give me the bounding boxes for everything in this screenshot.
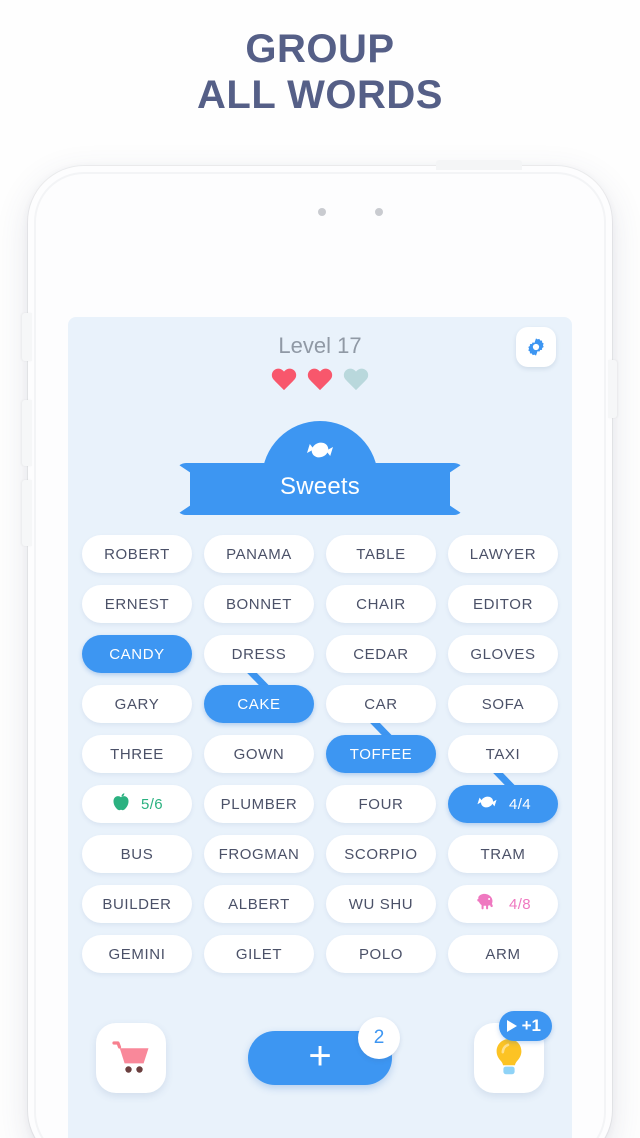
word-tile[interactable]: PLUMBER bbox=[204, 785, 314, 823]
word-row: CANDY DRESS CEDAR GLOVES bbox=[68, 635, 572, 685]
word-tile[interactable]: WU SHU bbox=[326, 885, 436, 923]
progress-count: 5/6 bbox=[140, 795, 164, 813]
shop-button[interactable] bbox=[96, 1023, 166, 1093]
promo-line-2: ALL WORDS bbox=[197, 73, 443, 117]
phone-power-button bbox=[608, 360, 617, 418]
word-tile[interactable]: SCORPIO bbox=[326, 835, 436, 873]
hint-reward-badge[interactable]: +1 bbox=[498, 1011, 552, 1041]
word-tile[interactable]: DRESS bbox=[204, 635, 314, 673]
word-tile[interactable]: BUS bbox=[82, 835, 192, 873]
word-row: GARY CAKE CAR SOFA bbox=[68, 685, 572, 735]
play-icon bbox=[506, 1020, 517, 1032]
phone-camera-dot bbox=[375, 208, 383, 216]
screenshot-root: GROUP ALL WORDS Level 17 Sweets ROBERT P… bbox=[0, 0, 640, 1138]
word-tile[interactable]: CAR bbox=[326, 685, 436, 723]
word-row: THREE GOWN TOFFEE TAXI bbox=[68, 735, 572, 785]
word-tile[interactable]: TRAM bbox=[448, 835, 558, 873]
shopping-cart-icon bbox=[112, 1041, 149, 1073]
word-tile[interactable]: ERNEST bbox=[82, 585, 192, 623]
word-tile[interactable]: TAXI bbox=[448, 735, 558, 773]
word-tile[interactable]: ALBERT bbox=[204, 885, 314, 923]
heart-icon-filled bbox=[271, 369, 297, 393]
level-label: Level 17 bbox=[278, 333, 362, 358]
word-tile[interactable]: CEDAR bbox=[326, 635, 436, 673]
word-tile[interactable]: GEMINI bbox=[82, 935, 192, 973]
word-tile[interactable]: GOWN bbox=[204, 735, 314, 773]
progress-count: 4/4 bbox=[508, 795, 532, 813]
word-tile[interactable]: TABLE bbox=[326, 535, 436, 573]
lives-indicator bbox=[68, 369, 572, 393]
game-panel: Level 17 Sweets ROBERT PANAMA TABLE LAWY… bbox=[68, 317, 572, 1138]
bottom-action-bar: + 2 +1 bbox=[68, 1007, 572, 1117]
word-row: 5/6 PLUMBER FOUR 4/4 bbox=[68, 785, 572, 835]
word-grid: ROBERT PANAMA TABLE LAWYER ERNEST BONNET… bbox=[68, 535, 572, 985]
candy-icon bbox=[475, 791, 499, 817]
word-tile[interactable]: FROGMAN bbox=[204, 835, 314, 873]
candy-icon bbox=[304, 435, 336, 470]
word-tile[interactable]: FOUR bbox=[326, 785, 436, 823]
word-row: GEMINI GILET POLO ARM bbox=[68, 935, 572, 985]
word-tile-selected[interactable]: CAKE bbox=[204, 685, 314, 723]
heart-icon-filled bbox=[307, 369, 333, 393]
plus-icon: + bbox=[308, 1034, 332, 1078]
phone-top-notch bbox=[436, 160, 522, 170]
phone-volume-down-button bbox=[22, 480, 32, 546]
promo-line-1: GROUP bbox=[245, 27, 395, 71]
progress-count: 4/8 bbox=[508, 895, 532, 913]
promo-headline: GROUP ALL WORDS bbox=[0, 26, 640, 118]
word-tile[interactable]: PANAMA bbox=[204, 535, 314, 573]
elephant-icon bbox=[475, 892, 499, 917]
word-tile[interactable]: ARM bbox=[448, 935, 558, 973]
word-tile[interactable]: BUILDER bbox=[82, 885, 192, 923]
apple-icon bbox=[111, 792, 131, 817]
lightbulb-icon bbox=[496, 1039, 522, 1075]
word-tile[interactable]: ROBERT bbox=[82, 535, 192, 573]
word-tile[interactable]: EDITOR bbox=[448, 585, 558, 623]
word-tile-selected[interactable]: CANDY bbox=[82, 635, 192, 673]
word-tile[interactable]: GARY bbox=[82, 685, 192, 723]
word-tile[interactable]: BONNET bbox=[204, 585, 314, 623]
phone-silent-switch bbox=[22, 313, 32, 361]
word-row: BUILDER ALBERT WU SHU 4/8 bbox=[68, 885, 572, 935]
word-row: ERNEST BONNET CHAIR EDITOR bbox=[68, 585, 572, 635]
word-tile[interactable]: LAWYER bbox=[448, 535, 558, 573]
settings-button[interactable] bbox=[516, 327, 556, 367]
category-progress-elephant[interactable]: 4/8 bbox=[448, 885, 558, 923]
category-banner: Sweets bbox=[68, 421, 572, 517]
word-row: BUS FROGMAN SCORPIO TRAM bbox=[68, 835, 572, 885]
word-tile[interactable]: CHAIR bbox=[326, 585, 436, 623]
word-tile[interactable]: SOFA bbox=[448, 685, 558, 723]
category-label: Sweets bbox=[280, 473, 360, 500]
word-tile[interactable]: THREE bbox=[82, 735, 192, 773]
word-tile-selected[interactable]: TOFFEE bbox=[326, 735, 436, 773]
category-progress-candy[interactable]: 4/4 bbox=[448, 785, 558, 823]
hint-reward-label: +1 bbox=[521, 1016, 541, 1035]
word-tile[interactable]: GILET bbox=[204, 935, 314, 973]
word-tile[interactable]: GLOVES bbox=[448, 635, 558, 673]
gear-icon bbox=[528, 338, 544, 356]
add-words-count-badge[interactable]: 2 bbox=[358, 1017, 400, 1059]
phone-sensor-dot bbox=[318, 208, 326, 216]
phone-volume-up-button bbox=[22, 400, 32, 466]
category-progress-apple[interactable]: 5/6 bbox=[82, 785, 192, 823]
word-row: ROBERT PANAMA TABLE LAWYER bbox=[68, 535, 572, 585]
heart-icon-empty bbox=[343, 369, 369, 393]
word-tile[interactable]: POLO bbox=[326, 935, 436, 973]
